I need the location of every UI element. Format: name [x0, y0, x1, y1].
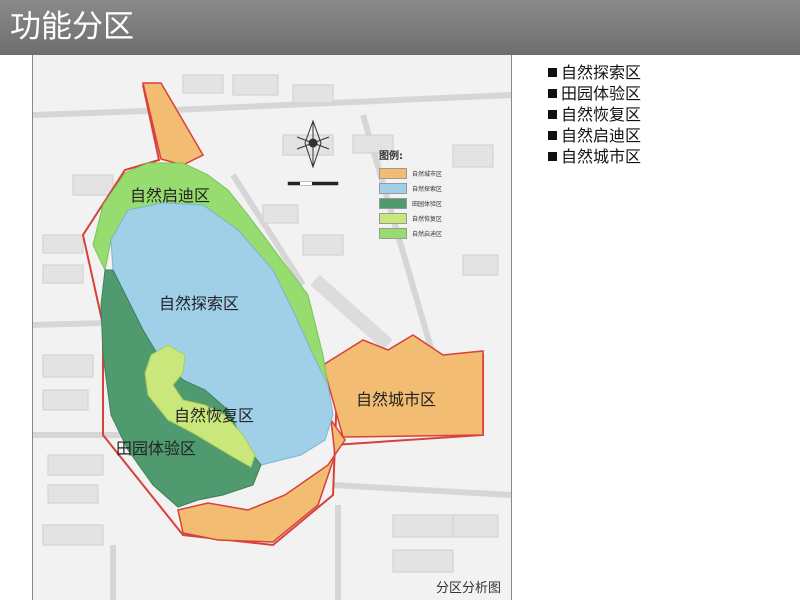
square-bullet-icon	[548, 131, 557, 140]
legend-swatch	[379, 213, 407, 224]
list-item-label: 自然恢复区	[561, 105, 642, 124]
legend-item: 自然城市区	[379, 166, 479, 181]
legend-swatch	[379, 228, 407, 239]
list-item: 自然城市区	[548, 146, 641, 167]
square-bullet-icon	[548, 89, 557, 98]
list-item-label: 自然探索区	[561, 63, 642, 82]
legend-item: 自然恢复区	[379, 211, 479, 226]
list-item: 自然启迪区	[548, 125, 641, 146]
list-item: 自然探索区	[548, 62, 641, 83]
legend-label: 自然恢复区	[412, 216, 443, 223]
zone-label-recovery: 自然恢复区	[174, 406, 255, 425]
main-road-right	[310, 274, 393, 351]
list-item-label: 田园体验区	[561, 84, 642, 103]
list-item-label: 自然启迪区	[561, 126, 642, 145]
zone-label-inspiration: 自然启迪区	[130, 186, 211, 205]
page-title: 功能分区	[10, 9, 134, 45]
list-item-label: 自然城市区	[561, 147, 642, 166]
square-bullet-icon	[548, 152, 557, 161]
legend-title: 图例:	[379, 151, 403, 162]
map-caption: 分区分析图	[435, 581, 501, 596]
legend-label: 自然探索区	[412, 186, 443, 193]
map-drawing	[33, 74, 511, 600]
scale-bar-icon	[287, 181, 339, 186]
zoning-map: 图例: 自然城市区 自然探索区 田园体验区 自然恢复区 自然启迪区 自然启迪区 …	[32, 55, 512, 600]
legend-item: 田园体验区	[379, 196, 479, 211]
legend-swatch	[379, 183, 407, 194]
square-bullet-icon	[548, 110, 557, 119]
legend-swatch	[379, 168, 407, 179]
legend-item: 自然探索区	[379, 181, 479, 196]
map-legend: 图例: 自然城市区 自然探索区 田园体验区 自然恢复区 自然启迪区	[379, 147, 479, 241]
list-item: 田园体验区	[548, 83, 641, 104]
list-item: 自然恢复区	[548, 104, 641, 125]
legend-label: 自然启迪区	[412, 231, 443, 238]
zone-label-rural: 田园体验区	[116, 439, 197, 458]
zone-list: 自然探索区 田园体验区 自然恢复区 自然启迪区 自然城市区	[548, 62, 641, 167]
header-bar: 功能分区	[0, 0, 800, 55]
square-bullet-icon	[548, 68, 557, 77]
zone-label-city: 自然城市区	[356, 390, 437, 409]
legend-swatch	[379, 198, 407, 209]
legend-label: 田园体验区	[412, 201, 443, 208]
legend-item: 自然启迪区	[379, 226, 479, 241]
legend-label: 自然城市区	[412, 171, 443, 178]
zone-label-exploration: 自然探索区	[159, 294, 240, 313]
